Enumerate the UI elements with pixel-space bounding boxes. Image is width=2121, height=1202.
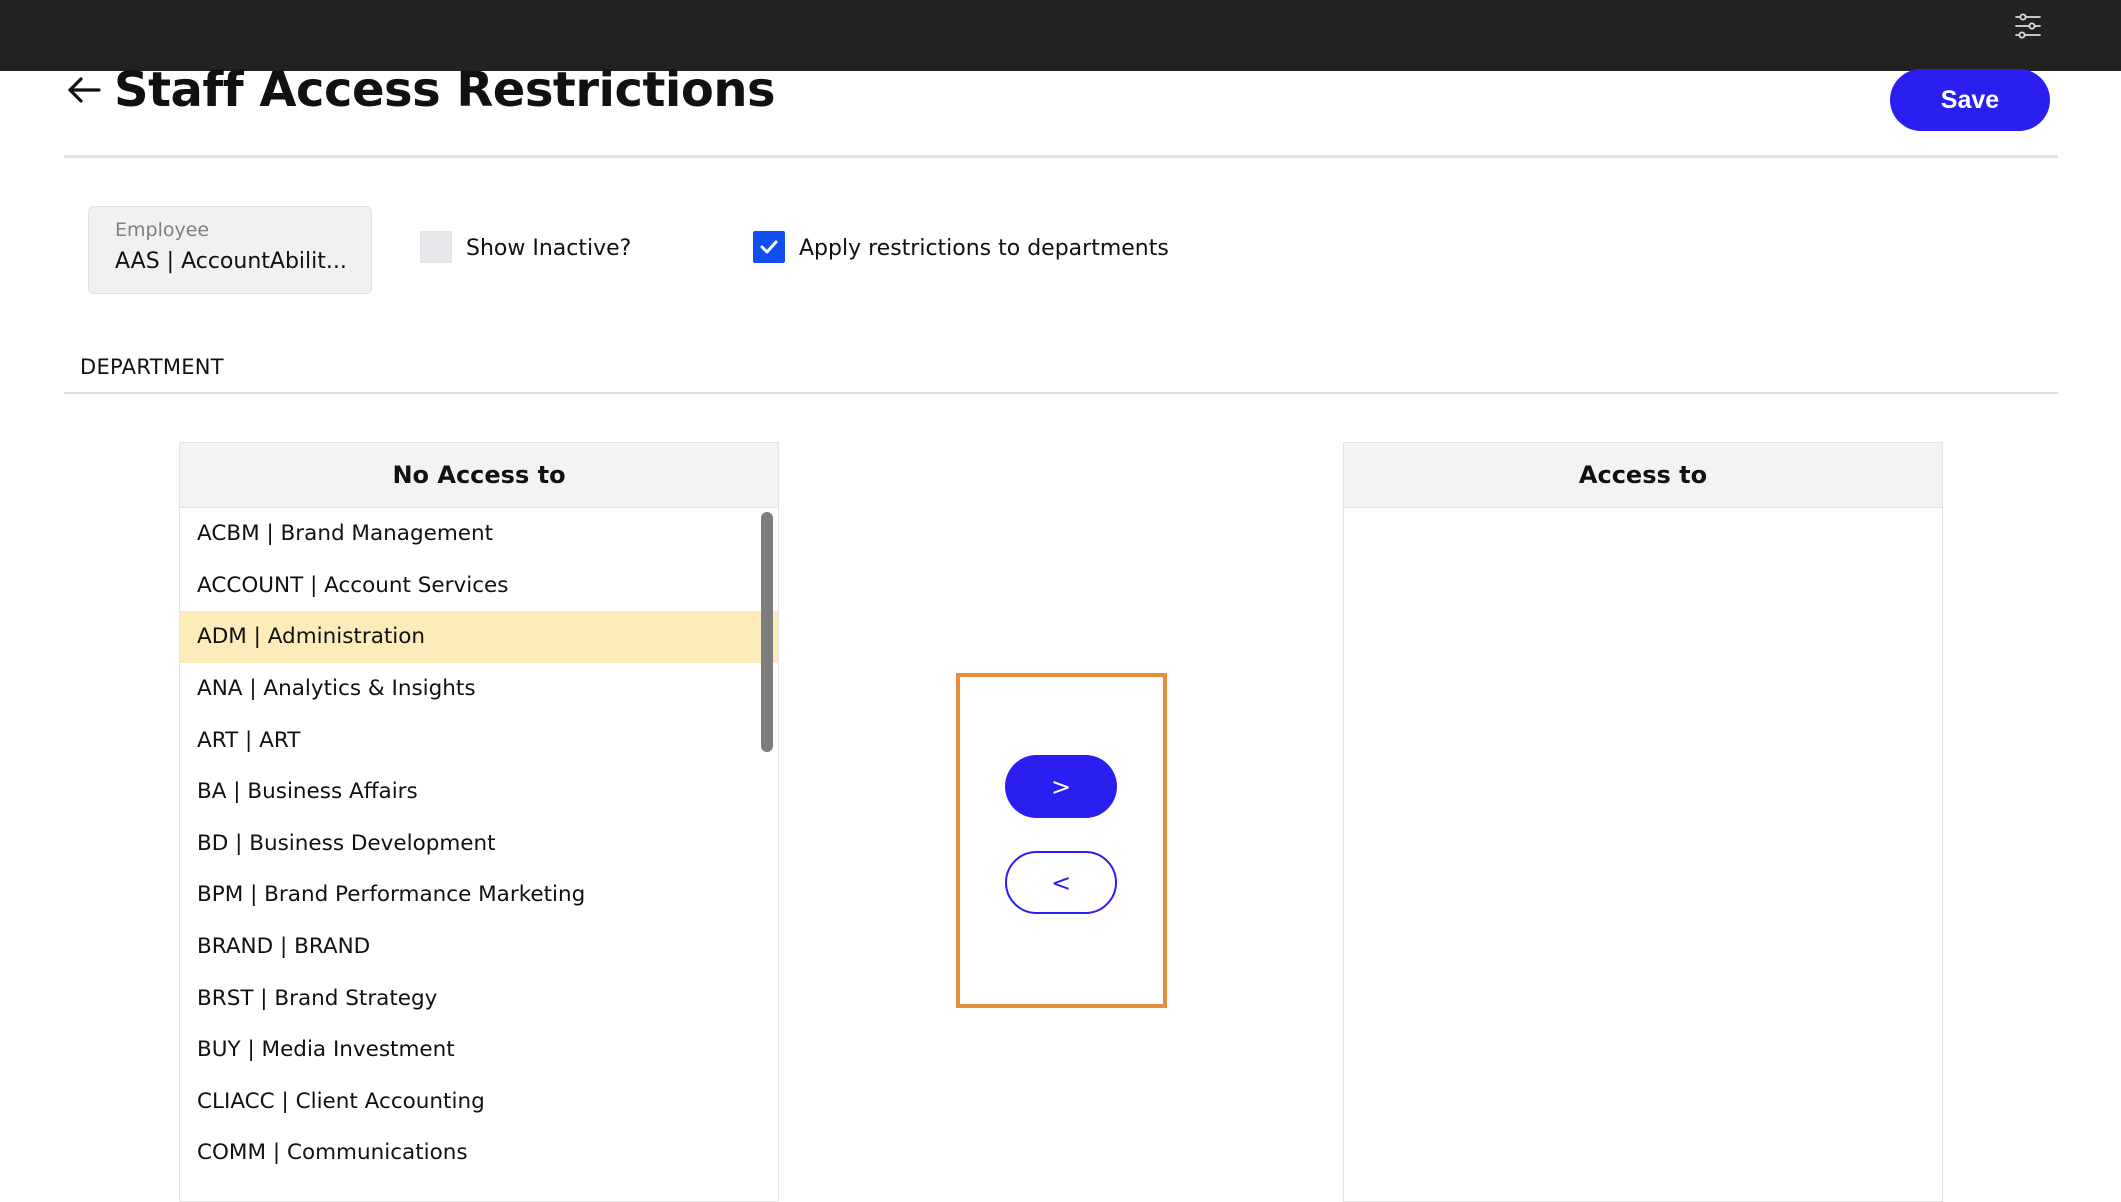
no-access-scrollbar[interactable] (761, 512, 773, 752)
list-item[interactable]: CLIACC | Client Accounting (180, 1076, 778, 1128)
arrow-left-icon (68, 77, 101, 103)
show-inactive-label: Show Inactive? (466, 235, 632, 261)
section-divider (64, 392, 2058, 394)
list-item[interactable]: BRAND | BRAND (180, 921, 778, 973)
header-divider (64, 155, 2058, 158)
list-item[interactable]: BRST | Brand Strategy (180, 972, 778, 1024)
save-button[interactable]: Save (1890, 69, 2050, 131)
access-panel: Access to (1343, 442, 1943, 1202)
employee-field-value: AAS | AccountAbilit... (115, 249, 347, 274)
move-to-no-access-button[interactable]: < (1005, 851, 1117, 914)
list-item[interactable]: BD | Business Development (180, 818, 778, 870)
list-item[interactable]: ANA | Analytics & Insights (180, 663, 778, 715)
settings-button[interactable] (2010, 8, 2046, 44)
show-inactive-option[interactable]: Show Inactive? (420, 231, 631, 263)
show-inactive-checkbox[interactable] (420, 231, 452, 263)
no-access-header: No Access to (180, 443, 778, 508)
list-item[interactable]: ART | ART (180, 714, 778, 766)
list-item[interactable]: ACCOUNT | Account Services (180, 560, 778, 612)
list-item[interactable]: BPM | Brand Performance Marketing (180, 869, 778, 921)
list-item[interactable]: BA | Business Affairs (180, 766, 778, 818)
apply-restrictions-label: Apply restrictions to departments (799, 235, 1169, 261)
back-button[interactable] (64, 70, 104, 110)
section-label-department: DEPARTMENT (80, 355, 224, 379)
list-item[interactable]: COMM | Communications (180, 1127, 778, 1179)
list-item-selected[interactable]: ADM | Administration (180, 611, 778, 663)
page-header: Staff Access Restrictions (64, 60, 776, 120)
access-header: Access to (1344, 443, 1942, 508)
employee-field-label: Employee (115, 219, 210, 241)
sliders-icon (2015, 13, 2041, 39)
employee-field[interactable]: Employee AAS | AccountAbilit... (88, 206, 372, 294)
page-title: Staff Access Restrictions (114, 62, 776, 118)
list-item[interactable]: BUY | Media Investment (180, 1024, 778, 1076)
move-to-access-button[interactable]: > (1005, 755, 1117, 818)
apply-restrictions-checkbox[interactable] (753, 231, 785, 263)
no-access-panel: No Access to ACBM | Brand Management ACC… (179, 442, 779, 1202)
transfer-controls-highlight (956, 673, 1167, 1008)
list-item[interactable]: ACBM | Brand Management (180, 508, 778, 560)
no-access-list: ACBM | Brand Management ACCOUNT | Accoun… (180, 508, 778, 1179)
apply-restrictions-option[interactable]: Apply restrictions to departments (753, 231, 1169, 263)
checkmark-icon (760, 240, 778, 254)
